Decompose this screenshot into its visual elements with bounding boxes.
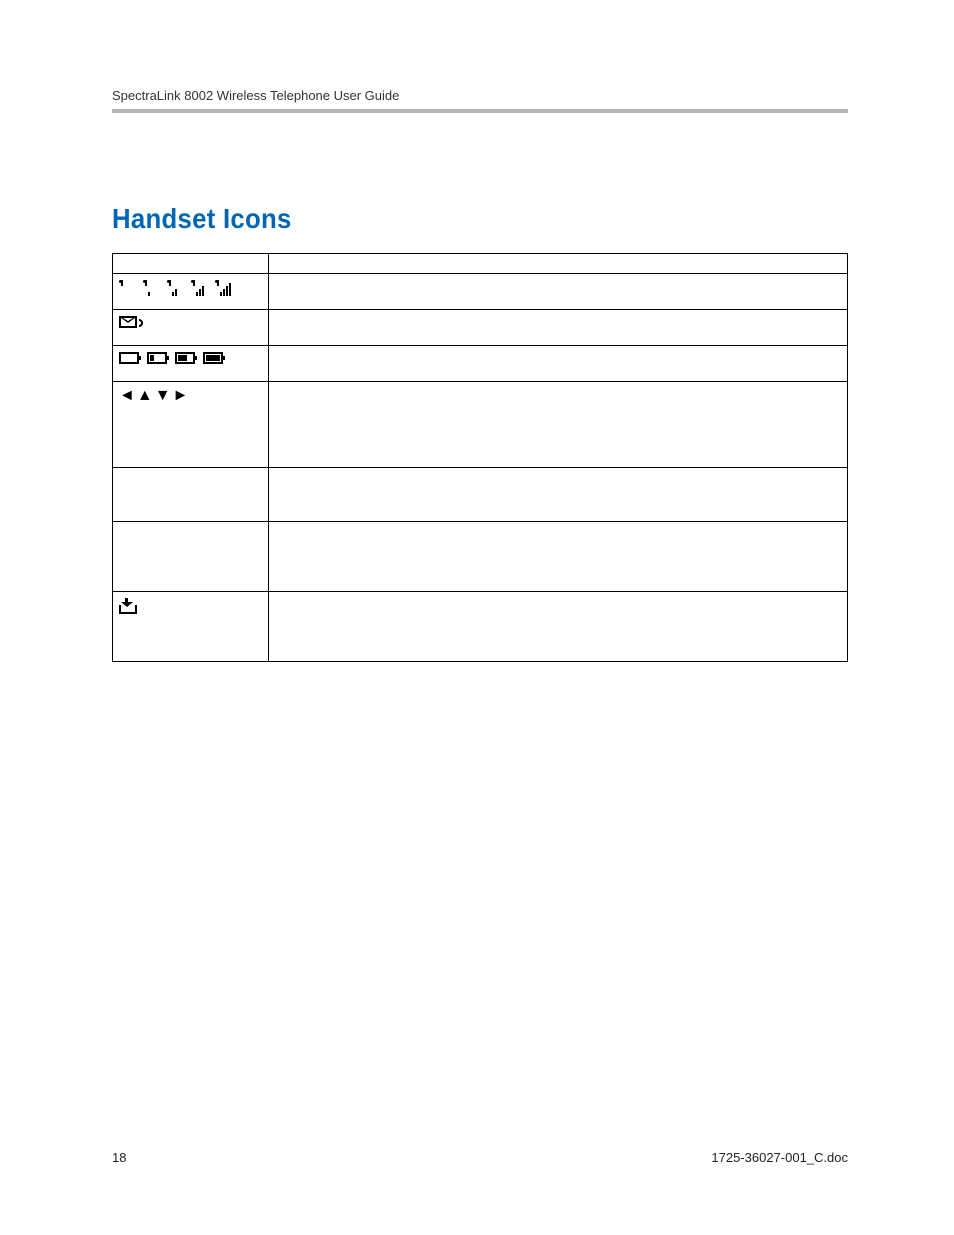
running-header: SpectraLink 8002 Wireless Telephone User… [112, 88, 848, 109]
voicemail-icon [119, 316, 141, 330]
arrow-down-icon: ▼ [155, 388, 171, 404]
page-number: 18 [112, 1150, 126, 1165]
icon-cell: ◄ ▲ ▼ ► [113, 382, 269, 468]
table-header-row [113, 254, 848, 274]
nav-arrows-icons: ◄ ▲ ▼ ► [119, 388, 262, 404]
doc-id: 1725-36027-001_C.doc [711, 1150, 848, 1165]
section-title: Handset Icons [112, 203, 789, 235]
signal-1-icon [143, 280, 161, 296]
arrow-left-icon: ◄ [119, 388, 135, 404]
signal-2-icon [167, 280, 185, 296]
page-footer: 18 1725-36027-001_C.doc [112, 1150, 848, 1165]
table-row [113, 346, 848, 382]
battery-0-icon [119, 352, 139, 364]
handset-icons-table: ◄ ▲ ▼ ► [112, 253, 848, 662]
signal-3-icon [191, 280, 209, 296]
desc-cell [269, 274, 848, 310]
icon-cell [113, 310, 269, 346]
signal-0-icon [119, 280, 137, 296]
signal-strength-icons [119, 280, 262, 296]
table-header-desc [269, 254, 848, 274]
icon-cell [113, 522, 269, 592]
battery-2-icon [175, 352, 195, 364]
download-icon [119, 598, 139, 614]
desc-cell [269, 468, 848, 522]
desc-cell [269, 382, 848, 468]
battery-3-icon [203, 352, 223, 364]
desc-cell [269, 522, 848, 592]
table-row [113, 310, 848, 346]
table-row [113, 274, 848, 310]
arrow-right-icon: ► [173, 388, 189, 404]
table-row [113, 468, 848, 522]
icon-cell [113, 346, 269, 382]
desc-cell [269, 310, 848, 346]
header-rule [112, 109, 848, 113]
table-row [113, 522, 848, 592]
icon-cell [113, 468, 269, 522]
signal-4-icon [215, 280, 233, 296]
table-row: ◄ ▲ ▼ ► [113, 382, 848, 468]
desc-cell [269, 592, 848, 662]
table-header-icon [113, 254, 269, 274]
battery-level-icons [119, 352, 262, 364]
icon-cell [113, 274, 269, 310]
icon-cell [113, 592, 269, 662]
arrow-up-icon: ▲ [137, 388, 153, 404]
document-page: SpectraLink 8002 Wireless Telephone User… [0, 0, 954, 1235]
battery-1-icon [147, 352, 167, 364]
table-row [113, 592, 848, 662]
desc-cell [269, 346, 848, 382]
